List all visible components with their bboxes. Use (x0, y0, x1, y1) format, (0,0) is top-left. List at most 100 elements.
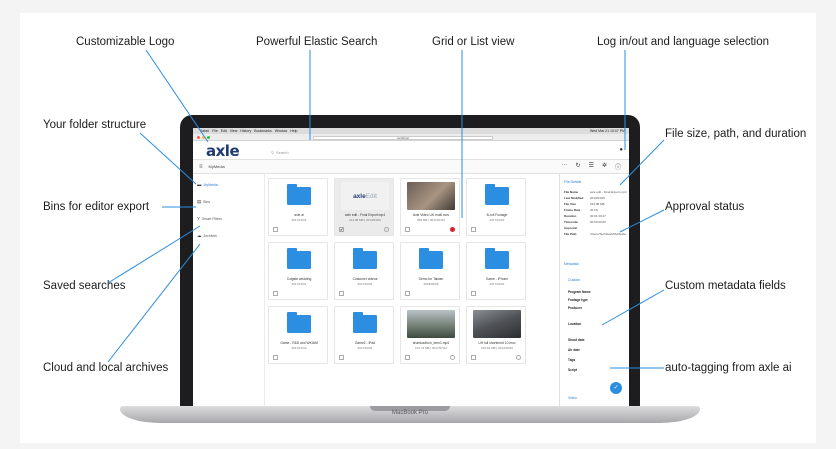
media-card[interactable]: Axle Video UK multi.mov 883 MB | 2017/01… (400, 178, 460, 236)
more-icon[interactable]: ··· (562, 162, 568, 171)
card-checkbox[interactable] (273, 227, 278, 232)
card-checkbox[interactable] (273, 355, 278, 360)
user-icon[interactable]: ● (619, 147, 623, 153)
callout-elastic-search: Powerful Elastic Search (256, 36, 378, 48)
callout-custom-metadata: Custom metadata fields (665, 280, 786, 292)
sidebar-item-label: Archives (203, 234, 217, 238)
metadata-field[interactable]: Producer (568, 306, 582, 310)
callout-customizable-logo: Customizable Logo (76, 36, 175, 48)
card-checkbox[interactable] (471, 355, 476, 360)
metadata-field[interactable]: Shoot date (568, 338, 584, 342)
card-title: axle edit - Final Export.mp4 (344, 213, 386, 217)
approval-dot[interactable] (516, 355, 521, 360)
approval-dot[interactable] (450, 227, 455, 232)
menubar-item[interactable]: History (240, 129, 251, 133)
card-meta: 2018/03/06 (423, 282, 439, 286)
callout-auto-tagging: auto-tagging from axle ai (665, 362, 792, 374)
menubar-item[interactable]: Edit (221, 129, 227, 133)
browser-toolbar: localhost (193, 134, 629, 141)
sidebar-item-archives[interactable]: ☁ Archives (197, 233, 217, 239)
filter-icon: Y (197, 216, 201, 221)
axle-edit-thumbnail: axle Edit (341, 182, 389, 210)
menu-icon[interactable]: ≡ (199, 164, 203, 170)
info-icon[interactable]: ⓘ (615, 162, 621, 171)
callout-file-size: File size, path, and duration (665, 128, 807, 140)
media-card[interactable]: UH full shortened 10.mov 193.64 MB | 201… (466, 306, 526, 364)
card-checkbox[interactable] (405, 355, 410, 360)
media-card[interactable]: Game - iPhone 2017/10/01 (466, 242, 526, 300)
metadata-field[interactable]: Location (568, 322, 581, 326)
address-bar[interactable]: localhost (313, 135, 493, 140)
metadata-header[interactable]: Metadata (564, 262, 579, 266)
video-thumbnail (473, 310, 521, 338)
approval-dot[interactable] (384, 227, 389, 232)
media-card[interactable]: axle ai 2017/10/01 (268, 178, 328, 236)
media-card[interactable]: Game - R&D and WKIAM 2017/10/12 (268, 306, 328, 364)
folder-icon (287, 248, 311, 269)
metadata-field[interactable]: Air date (568, 348, 580, 352)
media-card[interactable]: Customer videos 2017/10/01 (334, 242, 394, 300)
media-card[interactable]: Colgate wedding 2017/10/01 (268, 242, 328, 300)
card-title: Axle Video UK multi.mov (412, 213, 450, 217)
media-card[interactable]: Demo for Taiwan 2018/03/06 (400, 242, 460, 300)
file-details-header[interactable]: File Details (564, 180, 581, 184)
media-card[interactable]: axle Edit axle edit - Final Export.mp4 2… (334, 178, 394, 236)
approval-dot[interactable] (450, 355, 455, 360)
axle-logo[interactable]: axle (206, 142, 240, 160)
folder-icon: ▬ (197, 182, 202, 187)
card-meta: 2017/10/01 (489, 282, 505, 286)
card-checkbox[interactable]: ✔ (339, 227, 344, 232)
callout-saved-searches: Saved searches (43, 280, 126, 292)
card-checkbox[interactable] (273, 291, 278, 296)
card-checkbox[interactable] (471, 291, 476, 296)
metadata-field[interactable]: Script (568, 368, 577, 372)
card-meta: 2017/10/01 (291, 282, 307, 286)
breadcrumb[interactable]: MyMedia (209, 164, 225, 169)
callout-login-language: Log in/out and language selection (597, 36, 770, 48)
window-controls[interactable] (193, 135, 210, 139)
metadata-field[interactable]: Tags (568, 358, 575, 362)
media-card[interactable]: Game2 - iPad 2017/10/01 (334, 306, 394, 364)
card-meta: 2017/10/01 (357, 346, 373, 350)
detail-row: Duration 00:01:39:27 (564, 214, 606, 218)
callout-approval-status: Approval status (665, 201, 745, 213)
menubar-item[interactable]: View (230, 129, 238, 133)
card-meta: 2017/10/01 (489, 218, 505, 222)
menubar-item[interactable]: Bookmarks (254, 129, 272, 133)
folder-icon (353, 312, 377, 333)
video-section-toggle[interactable]: Video (568, 396, 577, 400)
custom-metadata-toggle[interactable]: Custom (568, 278, 580, 282)
sidebar-item-mymedia[interactable]: ▬ MyMedia (197, 182, 218, 187)
list-view-icon[interactable]: ☰ (589, 162, 594, 171)
media-card[interactable]: B-roll Footage 2017/10/01 (466, 178, 526, 236)
refresh-icon[interactable]: ↻ (576, 162, 581, 171)
card-checkbox[interactable] (339, 291, 344, 296)
sidebar-item-bins[interactable]: ▤ Bins (197, 199, 210, 205)
settings-icon[interactable]: ✲ (602, 162, 607, 171)
menubar-item[interactable]: Window (275, 129, 287, 133)
card-checkbox[interactable] (405, 291, 410, 296)
save-check-button[interactable]: ✓ (610, 382, 622, 394)
card-checkbox[interactable] (471, 227, 476, 232)
card-title: Colgate wedding (286, 277, 312, 281)
menubar-item[interactable]: Safari (200, 129, 209, 133)
card-title: axle ai (294, 213, 304, 217)
laptop-screen: Safari File Edit View History Bookmarks … (193, 128, 629, 406)
card-title: shankouthon_teen1.mp4 (412, 341, 450, 345)
menubar-item[interactable]: File (212, 129, 218, 133)
card-checkbox[interactable] (405, 227, 410, 232)
search-input[interactable]: ⚲ Search (271, 149, 361, 155)
metadata-field[interactable]: Program Name (568, 290, 591, 294)
approval-row[interactable]: Approval (564, 226, 590, 230)
card-meta: 2017/10/12 (291, 346, 307, 350)
detail-row: File Name axle edit - Final Export.mp4 (564, 190, 627, 194)
menubar-item[interactable]: Help (290, 129, 297, 133)
metadata-field[interactable]: Footage type (568, 298, 588, 302)
card-checkbox[interactable] (339, 355, 344, 360)
card-meta: 223.08 MB | 2013/04/02 (349, 218, 381, 222)
callout-folder-structure: Your folder structure (43, 119, 147, 131)
media-card[interactable]: shankouthon_teen1.mp4 123.72 MB | 2017/0… (400, 306, 460, 364)
menubar-clock: Wed Mar 21 10:07 PM (590, 129, 625, 133)
sidebar-item-smart-filters[interactable]: Y Smart Filters (197, 216, 222, 221)
toolbar: ≡ MyMedia ··· ↻ ☰ ✲ ⓘ (193, 160, 629, 174)
